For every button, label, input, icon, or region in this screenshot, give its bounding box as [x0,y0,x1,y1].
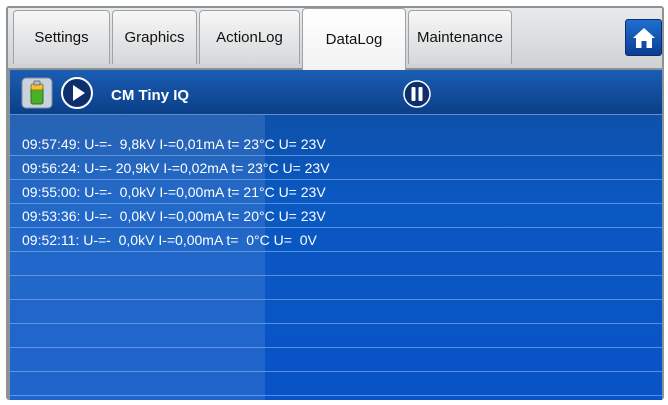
log-entry: 09:52:11: U-=- 0,0kV I-=0,00mA t= 0°C U=… [10,228,662,252]
pause-button[interactable] [403,80,431,108]
datalog-panel: CM Tiny IQ 09:57:49: U-=- 9,8kV I-=0,01m… [10,70,662,400]
battery-device-icon [21,77,53,109]
device-button[interactable] [21,77,53,109]
home-button[interactable] [625,19,662,56]
tab-graphics[interactable]: Graphics [112,10,197,64]
log-entry-empty [10,252,662,276]
log-entry: 09:55:00: U-=- 0,0kV I-=0,00mA t= 21°C U… [10,180,662,204]
log-entry: 09:53:36: U-=- 0,0kV I-=0,00mA t= 20°C U… [10,204,662,228]
datalog-list: 09:57:49: U-=- 9,8kV I-=0,01mA t= 23°C U… [10,132,662,396]
device-name: CM Tiny IQ [111,87,190,104]
pause-icon [403,80,431,108]
tab-settings[interactable]: Settings [13,10,110,64]
tab-datalog[interactable]: DataLog [302,8,406,70]
log-entry: 09:56:24: U-=- 20,9kV I-=0,02mA t= 23°C … [10,156,662,180]
log-entry-empty [10,300,662,324]
play-icon [61,77,93,109]
log-entry-empty [10,372,662,396]
tab-actionlog[interactable]: ActionLog [199,10,300,64]
log-entry-empty [10,348,662,372]
datalog-toolbar: CM Tiny IQ [10,70,662,115]
log-entry: 09:57:49: U-=- 9,8kV I-=0,01mA t= 23°C U… [10,132,662,156]
home-icon [632,27,655,48]
play-button[interactable] [61,77,93,109]
log-entry-empty [10,324,662,348]
log-entry-empty [10,276,662,300]
tab-maintenance[interactable]: Maintenance [408,10,512,64]
